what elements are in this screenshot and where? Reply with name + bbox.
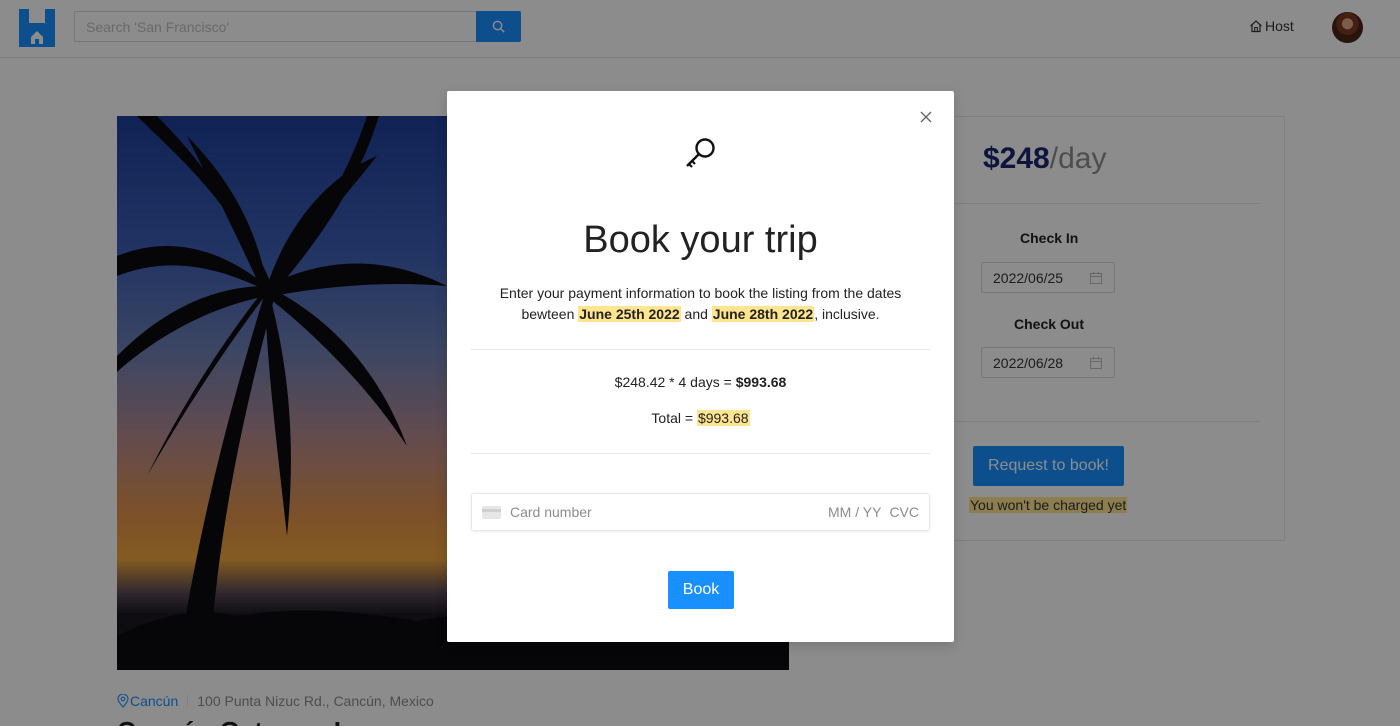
book-button[interactable]: Book (668, 571, 734, 609)
calc-result: $993.68 (735, 374, 787, 390)
total-value: $993.68 (696, 410, 750, 426)
cvc-placeholder[interactable]: CVC (889, 504, 919, 520)
total-label: Total = (651, 410, 694, 426)
divider (471, 453, 930, 454)
price-total: Total = $993.68 (447, 410, 954, 426)
divider (471, 349, 930, 350)
calc-expression: $248.42 * 4 days = (614, 374, 732, 390)
credit-card-icon (482, 505, 501, 519)
booking-modal: Book your trip Enter your payment inform… (447, 91, 954, 642)
description-and: and (684, 306, 708, 322)
key-icon (686, 138, 715, 168)
expiry-placeholder[interactable]: MM / YY (828, 504, 881, 520)
modal-title: Book your trip (583, 219, 818, 261)
start-date-highlight: June 25th 2022 (578, 306, 681, 322)
price-calculation: $248.42 * 4 days = $993.68 (447, 374, 954, 390)
close-icon[interactable] (918, 109, 934, 125)
card-number-placeholder[interactable]: Card number (510, 504, 592, 520)
description-suffix: , inclusive. (814, 306, 880, 322)
card-input-field[interactable]: Card number MM / YY CVC (471, 493, 930, 531)
end-date-highlight: June 28th 2022 (711, 306, 815, 322)
modal-description: Enter your payment information to book t… (481, 283, 920, 325)
